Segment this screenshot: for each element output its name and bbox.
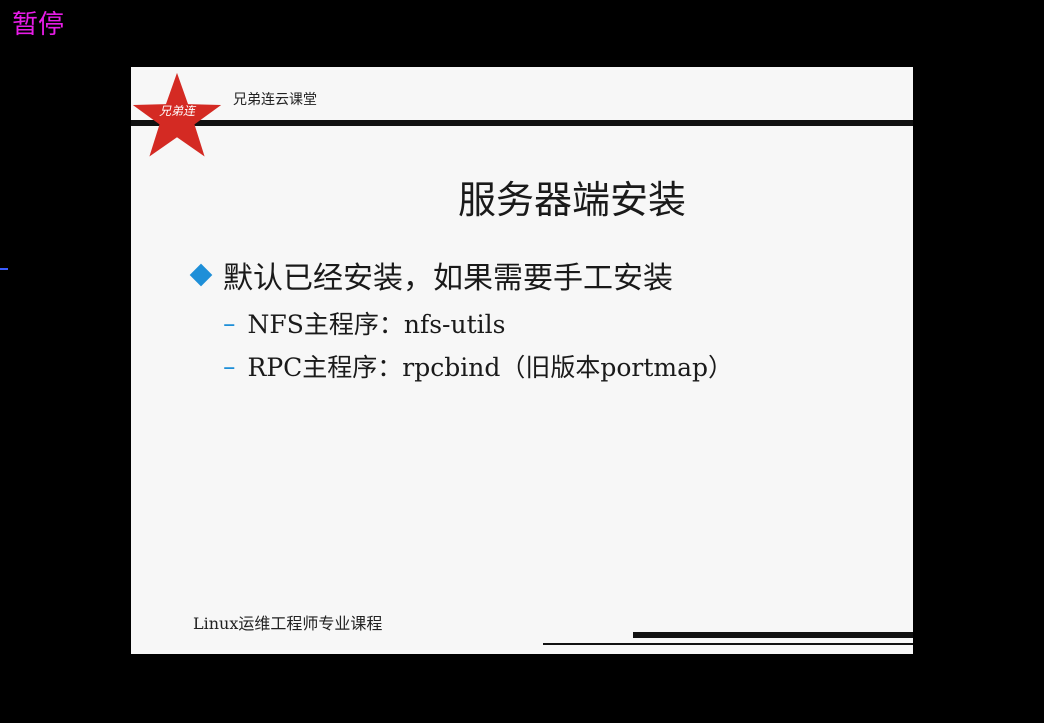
- presentation-slide: 兄弟连 兄弟连云课堂 服务器端安装 默认已经安装，如果需要手工安装 – NFS主…: [131, 67, 913, 654]
- footer-rule: [633, 632, 913, 638]
- header-rule: [131, 120, 913, 126]
- brand-name: 兄弟连云课堂: [233, 92, 317, 108]
- diamond-bullet-icon: [189, 263, 213, 287]
- sub-item-rpc: – RPC主程序：rpcbind（旧版本portmap）: [223, 348, 733, 384]
- bullet-item: 默认已经安装，如果需要手工安装: [189, 253, 673, 297]
- bullet-text: 默认已经安装，如果需要手工安装: [223, 261, 673, 296]
- sub-item-nfs: – NFS主程序：nfs-utils: [223, 305, 505, 341]
- logo-text: 兄弟连: [159, 104, 197, 118]
- dash-bullet: –: [223, 308, 236, 338]
- slide-title: 服务器端安装: [457, 178, 686, 222]
- dash-bullet: –: [223, 351, 236, 381]
- red-star-icon: 兄弟连: [132, 72, 222, 157]
- sub-item-text: NFS主程序：nfs-utils: [247, 310, 506, 339]
- footer-rule-thin: [543, 643, 913, 645]
- edge-marker: [0, 268, 8, 270]
- sub-item-text: RPC主程序：rpcbind（旧版本portmap）: [247, 353, 734, 382]
- footer-course-name: Linux运维工程师专业课程: [193, 614, 383, 633]
- pause-indicator: 暂停: [12, 10, 65, 40]
